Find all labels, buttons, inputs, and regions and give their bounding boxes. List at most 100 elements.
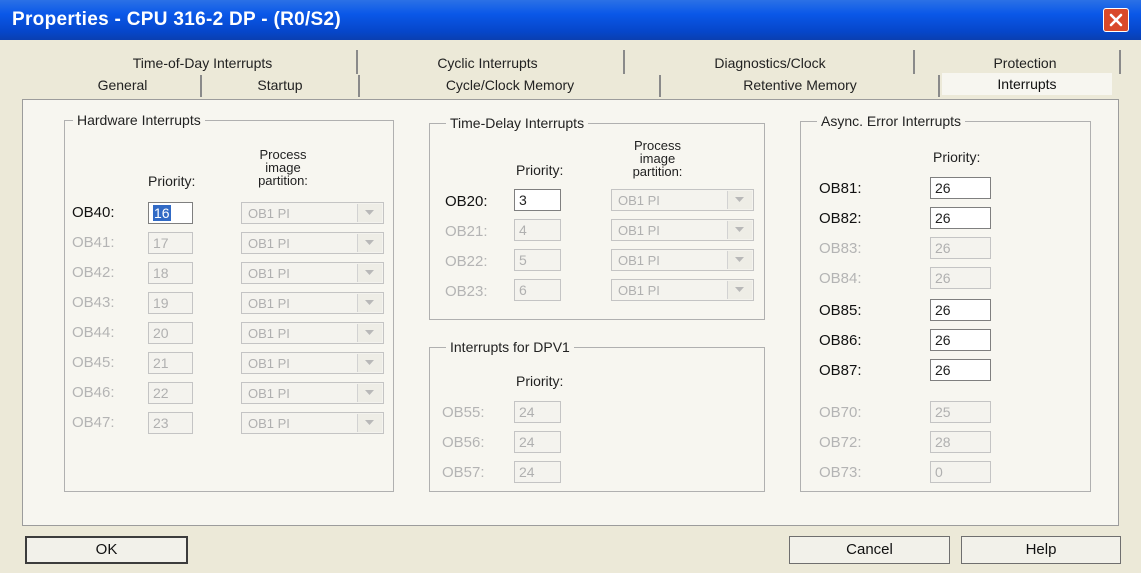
ob43-partition-value: OB1 PI — [248, 296, 290, 311]
tab-cyclic-interrupts[interactable]: Cyclic Interrupts — [380, 52, 595, 74]
ob43-label: OB43: — [72, 294, 115, 311]
tab-startup[interactable]: Startup — [210, 74, 350, 96]
async-priority-header: Priority: — [933, 149, 981, 165]
chevron-down-icon — [357, 234, 382, 252]
close-icon — [1109, 13, 1123, 27]
ob72-label: OB72: — [819, 434, 862, 451]
tab-divider — [938, 75, 940, 97]
async-error-interrupts-title: Async. Error Interrupts — [817, 113, 966, 129]
time-delay-partition-header: Process image partition: — [632, 138, 683, 179]
chevron-down-icon — [357, 414, 382, 432]
title-bar[interactable]: Properties - CPU 316-2 DP - (R0/S2) — [0, 0, 1141, 40]
ob23-priority-input: 6 — [514, 279, 561, 301]
chevron-down-icon — [357, 324, 382, 342]
ob42-priority-input: 18 — [148, 262, 193, 284]
window-title: Properties - CPU 316-2 DP - (R0/S2) — [12, 9, 342, 30]
ob46-label: OB46: — [72, 384, 115, 401]
ob73-label: OB73: — [819, 464, 862, 481]
chevron-down-icon — [727, 221, 752, 239]
close-button[interactable] — [1103, 8, 1129, 32]
chevron-down-icon — [727, 251, 752, 269]
ob44-partition-select: OB1 PI — [241, 322, 384, 344]
ob82-priority-input[interactable]: 26 — [930, 207, 991, 229]
ob57-label: OB57: — [442, 464, 485, 481]
tab-divider — [623, 50, 625, 74]
ob86-priority-input[interactable]: 26 — [930, 329, 991, 351]
ob83-label: OB83: — [819, 240, 862, 257]
chevron-down-icon — [727, 281, 752, 299]
ob85-label: OB85: — [819, 302, 862, 319]
ob20-partition-select: OB1 PI — [611, 189, 754, 211]
tab-general[interactable]: General — [50, 74, 195, 96]
ob47-partition-select: OB1 PI — [241, 412, 384, 434]
chevron-down-icon — [727, 191, 752, 209]
tab-divider — [356, 50, 358, 74]
tab-divider — [913, 50, 915, 74]
tab-divider — [200, 75, 202, 97]
chevron-down-icon — [357, 264, 382, 282]
ob21-priority-input: 4 — [514, 219, 561, 241]
hardware-interrupts-title: Hardware Interrupts — [73, 112, 205, 128]
ob45-partition-value: OB1 PI — [248, 356, 290, 371]
ob40-partition-value: OB1 PI — [248, 206, 290, 221]
cancel-button[interactable]: Cancel — [789, 536, 950, 564]
ob21-label: OB21: — [445, 223, 488, 240]
ok-button[interactable]: OK — [25, 536, 188, 564]
ob44-priority-input: 20 — [148, 322, 193, 344]
ob84-priority-input: 26 — [930, 267, 991, 289]
ob87-priority-input[interactable]: 26 — [930, 359, 991, 381]
tab-time-of-day-interrupts[interactable]: Time-of-Day Interrupts — [70, 52, 335, 74]
ob22-label: OB22: — [445, 253, 488, 270]
chevron-down-icon — [357, 384, 382, 402]
ob20-priority-input[interactable]: 3 — [514, 189, 561, 211]
ob41-priority-input: 17 — [148, 232, 193, 254]
tab-interrupts[interactable]: Interrupts — [942, 73, 1112, 95]
ob41-partition-value: OB1 PI — [248, 236, 290, 251]
tab-diagnostics-clock[interactable]: Diagnostics/Clock — [660, 52, 880, 74]
help-button[interactable]: Help — [961, 536, 1121, 564]
time-delay-priority-header: Priority: — [516, 162, 564, 178]
ob56-priority-input: 24 — [514, 431, 561, 453]
tab-divider — [358, 75, 360, 97]
chevron-down-icon — [357, 204, 382, 222]
ob43-priority-input: 19 — [148, 292, 193, 314]
ob22-partition-value: OB1 PI — [618, 253, 660, 268]
dpv1-interrupts-title: Interrupts for DPV1 — [446, 339, 574, 355]
ob83-priority-input: 26 — [930, 237, 991, 259]
ob84-label: OB84: — [819, 270, 862, 287]
ob73-priority-input: 0 — [930, 461, 991, 483]
properties-dialog: Properties - CPU 316-2 DP - (R0/S2) Time… — [0, 0, 1141, 573]
ob40-partition-select: OB1 PI — [241, 202, 384, 224]
ob46-partition-select: OB1 PI — [241, 382, 384, 404]
ob20-label: OB20: — [445, 193, 488, 210]
ob42-partition-value: OB1 PI — [248, 266, 290, 281]
ob86-label: OB86: — [819, 332, 862, 349]
ob47-partition-value: OB1 PI — [248, 416, 290, 431]
ob55-priority-input: 24 — [514, 401, 561, 423]
ob85-priority-input[interactable]: 26 — [930, 299, 991, 321]
ob57-priority-input: 24 — [514, 461, 561, 483]
ob40-label: OB40: — [72, 204, 115, 221]
ob40-priority-input[interactable]: 16 — [148, 202, 193, 224]
tab-cycle-clock-memory[interactable]: Cycle/Clock Memory — [370, 74, 650, 96]
ob47-priority-input: 23 — [148, 412, 193, 434]
ob44-label: OB44: — [72, 324, 115, 341]
tab-protection[interactable]: Protection — [950, 52, 1100, 74]
hardware-priority-header: Priority: — [148, 173, 196, 189]
ob46-partition-value: OB1 PI — [248, 386, 290, 401]
tab-divider — [659, 75, 661, 97]
ob87-label: OB87: — [819, 362, 862, 379]
hardware-partition-header: Process image partition: — [258, 147, 308, 188]
ob23-label: OB23: — [445, 283, 488, 300]
ob44-partition-value: OB1 PI — [248, 326, 290, 341]
tab-retentive-memory[interactable]: Retentive Memory — [670, 74, 930, 96]
ob42-label: OB42: — [72, 264, 115, 281]
ob41-label: OB41: — [72, 234, 115, 251]
ob81-priority-input[interactable]: 26 — [930, 177, 991, 199]
tab-divider — [1119, 50, 1121, 74]
chevron-down-icon — [357, 354, 382, 372]
ob55-label: OB55: — [442, 404, 485, 421]
ob40-priority-value: 16 — [153, 205, 171, 221]
ob45-partition-select: OB1 PI — [241, 352, 384, 374]
time-delay-interrupts-title: Time-Delay Interrupts — [446, 115, 589, 131]
